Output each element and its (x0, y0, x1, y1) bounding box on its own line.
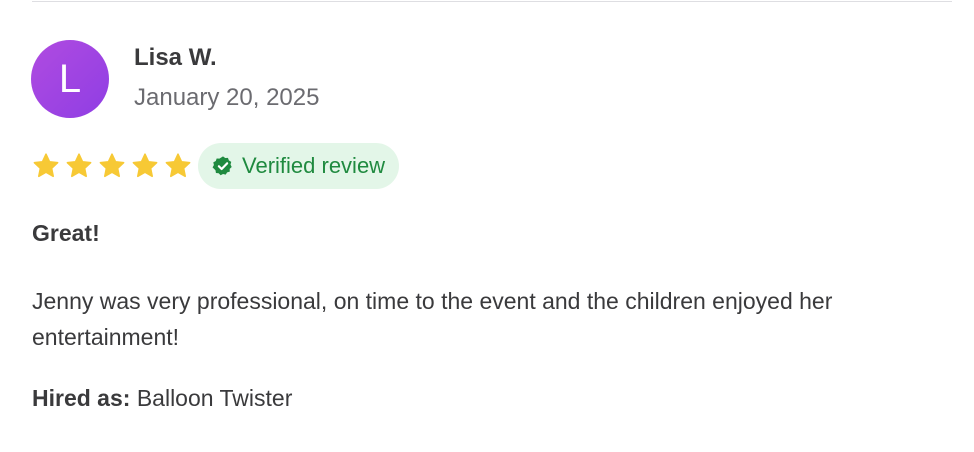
hired-as-line: Hired as: Balloon Twister (32, 385, 292, 412)
verified-review-badge: Verified review (198, 143, 400, 189)
verified-badge-label: Verified review (242, 153, 386, 178)
star-rating (30, 150, 194, 182)
star-icon (99, 153, 125, 178)
star-icon (165, 153, 191, 178)
verified-badge-icon (212, 156, 232, 176)
star-icon (132, 153, 158, 178)
top-divider (32, 1, 952, 2)
hired-as-value: Balloon Twister (136, 385, 293, 411)
star-icon (33, 153, 59, 178)
avatar-initial: L (58, 56, 82, 101)
hired-as-label: Hired as: (32, 385, 131, 411)
review-date: January 20, 2025 (134, 84, 320, 111)
review-title: Great! (32, 220, 100, 246)
star-icon (66, 153, 92, 178)
reviewer-name: Lisa W. (134, 44, 217, 71)
review-body: Jenny was very professional, on time to … (32, 288, 833, 350)
avatar: L (31, 40, 109, 118)
